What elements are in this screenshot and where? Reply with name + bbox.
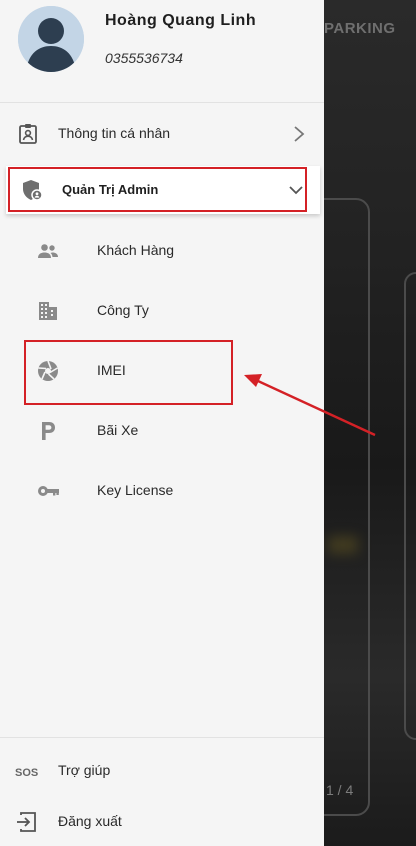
page-indicator: 1 / 4 (326, 782, 354, 798)
avatar (18, 6, 84, 72)
menu-item-label: Bãi Xe (97, 422, 139, 438)
id-badge-icon (19, 124, 37, 144)
menu-item-help[interactable]: SOS Trợ giúp (0, 747, 324, 795)
people-icon (38, 244, 58, 258)
profile-header[interactable]: Hoàng Quang Linh 0355536734 (0, 0, 324, 102)
background-card-secondary (404, 272, 416, 740)
menu-item-label: Thông tin cá nhân (58, 125, 171, 141)
highlight-box-admin (8, 167, 307, 212)
background-card (324, 198, 370, 816)
background-light (328, 536, 358, 554)
divider (0, 737, 324, 738)
chevron-right-icon (294, 126, 305, 142)
highlight-box-imei (24, 340, 233, 405)
menu-item-label: Trợ giúp (58, 762, 111, 778)
building-icon (39, 302, 57, 320)
menu-item-key-license[interactable]: Key License (0, 463, 324, 519)
menu-item-label: Khách Hàng (97, 242, 175, 258)
profile-phone: 0355536734 (105, 50, 183, 66)
svg-text:SOS: SOS (15, 767, 38, 779)
menu-item-label: Công Ty (97, 302, 149, 318)
menu-item-company[interactable]: Công Ty (0, 283, 324, 339)
menu-item-label: Đăng xuất (58, 813, 122, 829)
profile-name: Hoàng Quang Linh (105, 12, 257, 29)
menu-item-personal-info[interactable]: Thông tin cá nhân (0, 110, 324, 158)
logout-icon (17, 812, 36, 832)
menu-item-label: Key License (97, 482, 174, 498)
menu-item-logout[interactable]: Đăng xuất (0, 798, 324, 846)
divider (0, 102, 324, 103)
brand-logo-text: PARKING (324, 20, 396, 37)
user-avatar-icon (18, 6, 84, 72)
annotation-arrow (244, 374, 376, 437)
parking-icon (42, 422, 55, 440)
menu-item-customers[interactable]: Khách Hàng (0, 223, 324, 279)
key-icon (38, 486, 59, 496)
sos-icon: SOS (15, 767, 38, 779)
navigation-drawer: Hoàng Quang Linh 0355536734 Thông tin cá… (0, 0, 376, 846)
